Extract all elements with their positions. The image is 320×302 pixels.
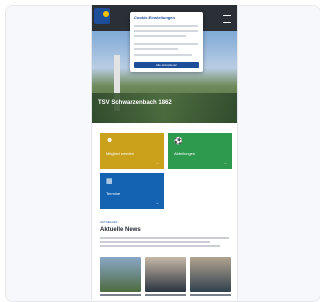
cookie-consent-dialog: Cookie-Einstellungen Alle akzeptieren bbox=[130, 12, 203, 72]
sports-icon: ⚽ bbox=[174, 138, 183, 145]
news-caption bbox=[190, 294, 231, 296]
news-thumbnail[interactable] bbox=[100, 257, 141, 292]
club-logo[interactable] bbox=[94, 8, 110, 24]
trees-shape bbox=[92, 93, 237, 123]
arrow-right-icon: → bbox=[155, 200, 159, 205]
news-text-line bbox=[100, 245, 220, 247]
tile-label: Mitglied werden bbox=[106, 151, 135, 156]
tile-label: Abteilungen bbox=[174, 151, 196, 156]
logo-dot-icon bbox=[103, 11, 109, 17]
calendar-icon: ▦ bbox=[106, 178, 113, 185]
dialog-text-line bbox=[134, 30, 198, 32]
accept-cookies-button[interactable]: Alle akzeptieren bbox=[134, 62, 199, 68]
news-thumbnail[interactable] bbox=[190, 257, 231, 292]
news-heading: Aktuelle News bbox=[100, 227, 141, 233]
news-text-line bbox=[100, 237, 229, 239]
cookie-dialog-title: Cookie-Einstellungen bbox=[134, 15, 175, 20]
dialog-text-line bbox=[134, 25, 198, 27]
arrow-right-icon: → bbox=[223, 160, 227, 165]
tile-label: Termine bbox=[106, 191, 121, 196]
dialog-text-line bbox=[134, 35, 186, 37]
hero-title: TSV Schwarzenbach 1862 bbox=[98, 100, 172, 106]
user-icon: ☻ bbox=[106, 137, 114, 144]
news-caption bbox=[100, 294, 141, 296]
dialog-text-line bbox=[134, 43, 198, 45]
arrow-right-icon: → bbox=[155, 160, 159, 165]
dialog-text-line bbox=[134, 48, 178, 50]
website-screenshot: TSV Schwarzenbach 1862 Cookie-Einstellun… bbox=[91, 5, 238, 300]
news-kicker: AKTUELLES bbox=[100, 220, 118, 224]
news-text-line bbox=[100, 241, 210, 243]
tile-membership[interactable]: ☻ Mitglied werden → bbox=[100, 133, 164, 169]
tile-events[interactable]: ▦ Termine → bbox=[100, 173, 164, 209]
menu-icon[interactable] bbox=[223, 15, 231, 23]
tile-departments[interactable]: ⚽ Abteilungen → bbox=[168, 133, 232, 169]
news-caption bbox=[145, 294, 186, 296]
dialog-text-line bbox=[134, 54, 192, 56]
news-thumbnail[interactable] bbox=[145, 257, 186, 292]
